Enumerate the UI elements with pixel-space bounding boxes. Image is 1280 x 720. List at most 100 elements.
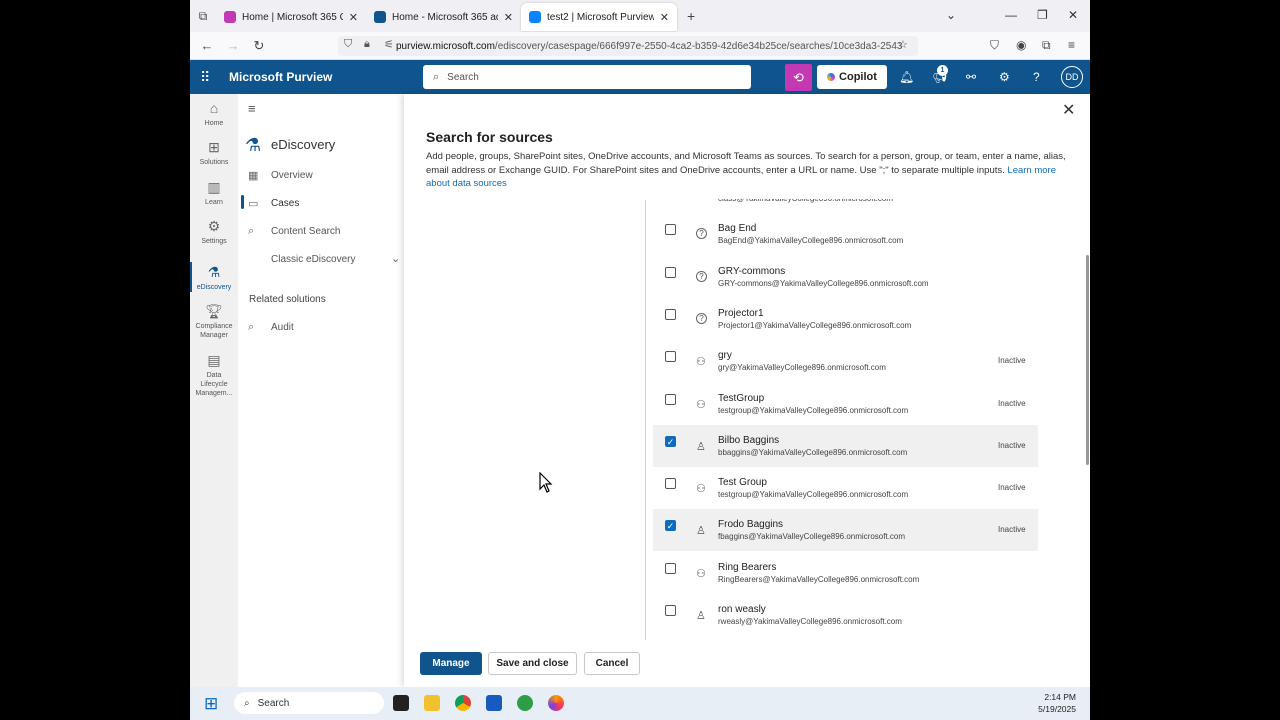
tab-copilot[interactable]: Home | Microsoft 365 Copilot ✕ [216,3,366,31]
chrome-icon[interactable] [455,695,471,711]
loop-button[interactable]: ⟲ [785,64,812,91]
column-divider [645,200,646,640]
close-icon[interactable]: ✕ [1062,100,1075,120]
address-bar[interactable]: purview.microsoft.com/ediscovery/casespa… [338,36,918,56]
person-icon: ♙ [696,525,706,538]
source-row[interactable]: ⚇ Test Group testgroup@YakimaValleyCollege… [653,467,1038,509]
rail-label: Data Lifecycle Managem... [195,372,233,397]
minimize-icon[interactable]: — [1005,8,1017,22]
source-row[interactable]: ✓ ♙ Bilbo Baggins bbaggins@YakimaValleyColl… [653,424,1038,467]
left-rail: ⌂ Home ⊞ Solutions ▥ Learn ⚙ Settings ⚗ … [190,94,238,687]
forward-icon[interactable]: → [220,38,246,53]
shield-icon[interactable]: ⛉ [344,38,352,51]
close-icon[interactable]: ✕ [660,11,669,24]
manage-button[interactable]: Manage [420,652,482,675]
source-checkbox[interactable]: ✓ [665,435,676,447]
mouse-cursor [539,472,553,493]
taskbar-search[interactable]: ⌕ Search [234,692,384,714]
new-tab-button[interactable]: + [687,8,695,24]
tab-purview[interactable]: test2 | Microsoft Purview ✕ [521,3,677,31]
close-icon[interactable]: ✕ [504,11,513,24]
copilot-button[interactable]: Copilot [817,65,887,89]
source-row[interactable]: ⚇class@YakimaValleyCollege896.onmicrosof… [653,199,1038,213]
clock[interactable]: 2:14 PM 5/19/2025 [1032,691,1076,715]
back-icon[interactable]: ← [194,38,220,53]
lock-icon[interactable]: 🔒︎ [364,38,370,51]
scrollbar[interactable] [1086,255,1089,465]
source-name: Bilbo Baggins [718,434,780,446]
nav-cases[interactable]: Cases [271,198,299,209]
audit-icon: ⌕ [248,321,255,333]
chevron-down-icon[interactable]: ⌄ [391,252,400,265]
source-row[interactable]: ? Bag End BagEnd@YakimaValleyCollege896.on… [653,213,1038,255]
nav-audit[interactable]: Audit [271,322,294,333]
source-name: gry [718,350,732,362]
source-checkbox[interactable] [665,605,676,616]
tab-admin-center[interactable]: Home - Microsoft 365 admin ce ✕ [366,3,521,31]
save-and-close-button[interactable]: Save and close [488,652,577,675]
extensions-icon[interactable]: ⧉ [1042,38,1051,53]
rail-data-lifecycle[interactable]: ▤ Data Lifecycle Managem... [190,352,238,398]
word-icon[interactable] [486,695,502,711]
source-checkbox[interactable] [665,562,676,574]
app-name[interactable]: Microsoft Purview [229,70,332,84]
help-icon[interactable]: ? [1033,70,1040,84]
book-icon: ▥ [207,179,221,195]
source-email: fbaggins@YakimaValleyCollege896.onmicros… [718,532,906,542]
file-explorer-icon[interactable] [424,695,440,711]
rail-ediscovery[interactable]: ⚗ eDiscovery [190,264,238,292]
tab-list-icon[interactable]: ⌄ [946,8,956,22]
source-checkbox[interactable]: ✓ [665,520,676,532]
source-row[interactable]: ✓ ♙ Frodo Baggins fbaggins@YakimaValleyColl… [653,509,1038,552]
source-checkbox[interactable] [665,351,676,363]
source-row[interactable]: ⚇ TestGroup testgroup@YakimaValleyCollege8… [653,383,1038,425]
restore-icon[interactable]: ❐ [1037,8,1048,22]
source-email: RingBearers@YakimaValleyCollege896.onmic… [718,574,920,584]
source-row[interactable]: ⚇ Ring Bearers RingBearers@YakimaValleyCol… [653,552,1038,594]
source-email: GRY-commons@YakimaValleyCollege896.onmic… [718,278,929,288]
source-row[interactable]: ? GRY-commons GRY-commons@YakimaValleyColl… [653,256,1038,298]
rail-settings[interactable]: ⚙ Settings [190,218,238,246]
source-checkbox[interactable] [665,224,676,236]
source-checkbox[interactable] [665,266,676,278]
menu-icon[interactable]: ≡ [1068,38,1075,52]
nav-overview[interactable]: Overview [271,170,313,181]
cancel-button[interactable]: Cancel [584,652,640,675]
recycle-icon[interactable] [517,695,533,711]
window-close-icon[interactable]: ✕ [1068,8,1078,22]
rail-compliance-manager[interactable]: 🏆︎ Compliance Manager [190,303,238,340]
permissions-icon[interactable]: ⚟ [384,38,394,51]
source-email: rweasly@YakimaValleyCollege896.onmicroso… [718,617,902,626]
avatar[interactable]: DD [1061,66,1083,88]
windows-start-icon[interactable]: ⊞ [204,694,218,714]
search-input[interactable]: ⌕ Search [423,65,751,89]
hamburger-icon[interactable]: ≡ [248,101,256,116]
source-name: ron weasly [718,604,766,615]
source-email: gry@YakimaValleyCollege896.onmicrosoft.c… [718,363,886,373]
nav-classic-ediscovery[interactable]: Classic eDiscovery [271,254,355,265]
reload-icon[interactable]: ↻ [246,38,272,54]
rail-solutions[interactable]: ⊞ Solutions [190,139,238,167]
source-list[interactable]: ⚇ class@YakimaValleyCollege896.onmicrosof… [653,199,1039,640]
terminal-icon[interactable] [393,695,409,711]
source-checkbox[interactable] [665,478,676,490]
account-icon[interactable]: ◉ [1016,38,1026,52]
firefox-icon[interactable] [548,695,564,711]
gear-icon[interactable]: ⚙ [999,70,1010,84]
source-checkbox[interactable] [665,393,676,405]
nav-content-search[interactable]: Content Search [271,226,341,237]
rail-home[interactable]: ⌂ Home [190,100,238,128]
source-row[interactable]: ? Projector1 Projector1@YakimaValleyColleg… [653,298,1038,340]
rail-learn[interactable]: ▥ Learn [190,179,238,207]
share-icon[interactable]: ⚯ [966,70,976,84]
close-icon[interactable]: ✕ [349,11,358,24]
bell-icon[interactable]: 🔔︎ [899,70,914,84]
pocket-icon[interactable]: ⛉ [990,38,999,53]
bookmark-star-icon[interactable]: ☆ [898,38,908,51]
tab-overview-icon[interactable]: ⧉ [190,9,216,24]
panel-title: Search for sources [426,129,553,145]
source-row[interactable]: ♙ ron weasly rweasly@YakimaValleyCollege89… [653,594,1038,636]
app-launcher-icon[interactable]: ⠿ [200,69,210,86]
source-row[interactable]: ⚇ gry gry@YakimaValleyCollege896.onmicroso… [653,340,1038,382]
source-checkbox[interactable] [665,308,676,320]
